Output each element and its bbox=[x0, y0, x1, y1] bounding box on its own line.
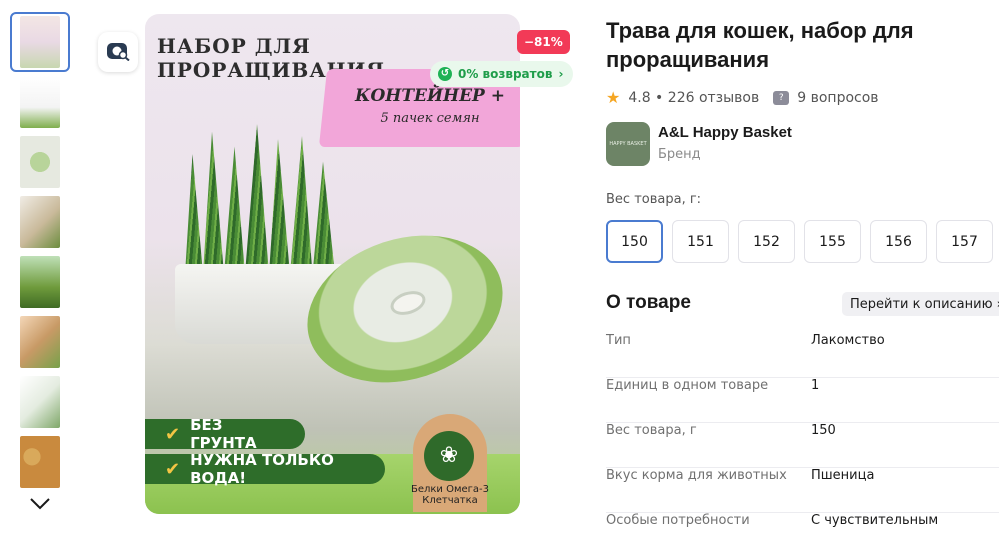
spec-key: Вес товара, г bbox=[606, 423, 697, 438]
discount-badge: −81% bbox=[517, 30, 570, 54]
thumbnail-8[interactable] bbox=[12, 434, 68, 490]
ribbon-line-1: КОНТЕЙНЕР + bbox=[355, 86, 505, 106]
brand-label: Бренд bbox=[658, 147, 701, 162]
return-icon: ↺ bbox=[438, 67, 452, 81]
weight-option-155[interactable]: 155 bbox=[804, 220, 861, 263]
chevron-right-icon: › bbox=[558, 67, 564, 81]
spec-row: Особые потребности С чувствительным bbox=[606, 513, 999, 535]
spec-row: Тип Лакомство bbox=[606, 333, 999, 378]
badge-2-text: НУЖНА ТОЛЬКО ВОДА! bbox=[190, 451, 334, 487]
spec-value: 150 bbox=[811, 423, 836, 438]
spec-key: Вкус корма для животных bbox=[606, 468, 787, 483]
thumbnail-1[interactable] bbox=[10, 12, 70, 72]
main-product-image[interactable]: НАБОР ДЛЯ ПРОРАЩИВАНИЯ КОНТЕЙНЕР + 5 пач… bbox=[145, 14, 520, 514]
product-title: Трава для кошек, набор для проращивания bbox=[606, 18, 914, 72]
questions-count[interactable]: 9 вопросов bbox=[797, 90, 878, 106]
returns-text: 0% возвратов bbox=[458, 67, 553, 81]
thumbnail-7[interactable] bbox=[12, 374, 68, 430]
image-grass bbox=[185, 124, 335, 274]
spec-value: Лакомство bbox=[811, 333, 885, 348]
spec-value: С чувствительным bbox=[811, 513, 939, 528]
spec-key: Особые потребности bbox=[606, 513, 750, 528]
spec-row: Единиц в одном товаре 1 bbox=[606, 378, 999, 423]
thumbnail-3[interactable] bbox=[12, 134, 68, 190]
image-search-button[interactable] bbox=[98, 32, 138, 72]
spec-row: Вкус корма для животных Пшеница bbox=[606, 468, 999, 513]
chevron-right-icon: › bbox=[993, 297, 999, 312]
go-to-description-button[interactable]: Перейти к описанию › bbox=[842, 292, 999, 316]
spec-row: Вес товара, г 150 bbox=[606, 423, 999, 468]
weight-label: Вес товара, г: bbox=[606, 192, 702, 207]
flower-icon: ❀ bbox=[424, 431, 474, 481]
thumbnail-list bbox=[10, 12, 70, 494]
brand-name[interactable]: A&L Happy Basket bbox=[658, 124, 792, 141]
thumbnail-4[interactable] bbox=[12, 194, 68, 250]
question-icon: ? bbox=[773, 90, 790, 105]
rating-separator: • bbox=[650, 89, 668, 106]
reviews-count[interactable]: 226 отзывов bbox=[668, 90, 759, 106]
thumbnail-6[interactable] bbox=[12, 314, 68, 370]
check-icon: ✔ bbox=[165, 458, 181, 480]
weight-option-152[interactable]: 152 bbox=[738, 220, 795, 263]
camera-search-icon bbox=[106, 39, 130, 65]
spec-key: Тип bbox=[606, 333, 631, 348]
returns-badge[interactable]: ↺ 0% возвратов › bbox=[430, 61, 574, 87]
rating-row[interactable]: ★ 4.8 • 226 отзывов ? 9 вопросов bbox=[606, 88, 879, 107]
weight-option-157[interactable]: 157 bbox=[936, 220, 993, 263]
go-to-description-label: Перейти к описанию bbox=[850, 296, 993, 312]
check-icon: ✔ bbox=[165, 423, 181, 445]
brand-logo[interactable]: HAPPY BASKET bbox=[606, 122, 650, 166]
weight-option-156[interactable]: 156 bbox=[870, 220, 927, 263]
weight-option-151[interactable]: 151 bbox=[672, 220, 729, 263]
no-soil-badge: ✔ БЕЗ ГРУНТА bbox=[145, 416, 305, 452]
spec-key: Единиц в одном товаре bbox=[606, 378, 769, 393]
spec-value: 1 bbox=[811, 378, 820, 393]
thumbnail-5[interactable] bbox=[12, 254, 68, 310]
thumbnail-2[interactable] bbox=[12, 74, 68, 130]
rating-value: 4.8 bbox=[628, 89, 651, 106]
badge-1-text: БЕЗ ГРУНТА bbox=[190, 416, 257, 452]
eco-badge-text: Белки Омега-3 Клетчатка bbox=[410, 484, 490, 506]
ribbon-line-2: 5 пачек семян bbox=[380, 111, 480, 126]
weight-options: 150 151 152 155 156 157 bbox=[606, 220, 993, 263]
star-icon: ★ bbox=[606, 88, 621, 107]
chevron-down-icon[interactable] bbox=[28, 493, 52, 513]
about-title: О товаре bbox=[606, 292, 691, 313]
spec-value: Пшеница bbox=[811, 468, 875, 483]
water-only-badge: ✔ НУЖНА ТОЛЬКО ВОДА! bbox=[145, 451, 385, 487]
brand-logo-text: HAPPY BASKET bbox=[609, 141, 647, 147]
weight-option-150[interactable]: 150 bbox=[606, 220, 663, 263]
